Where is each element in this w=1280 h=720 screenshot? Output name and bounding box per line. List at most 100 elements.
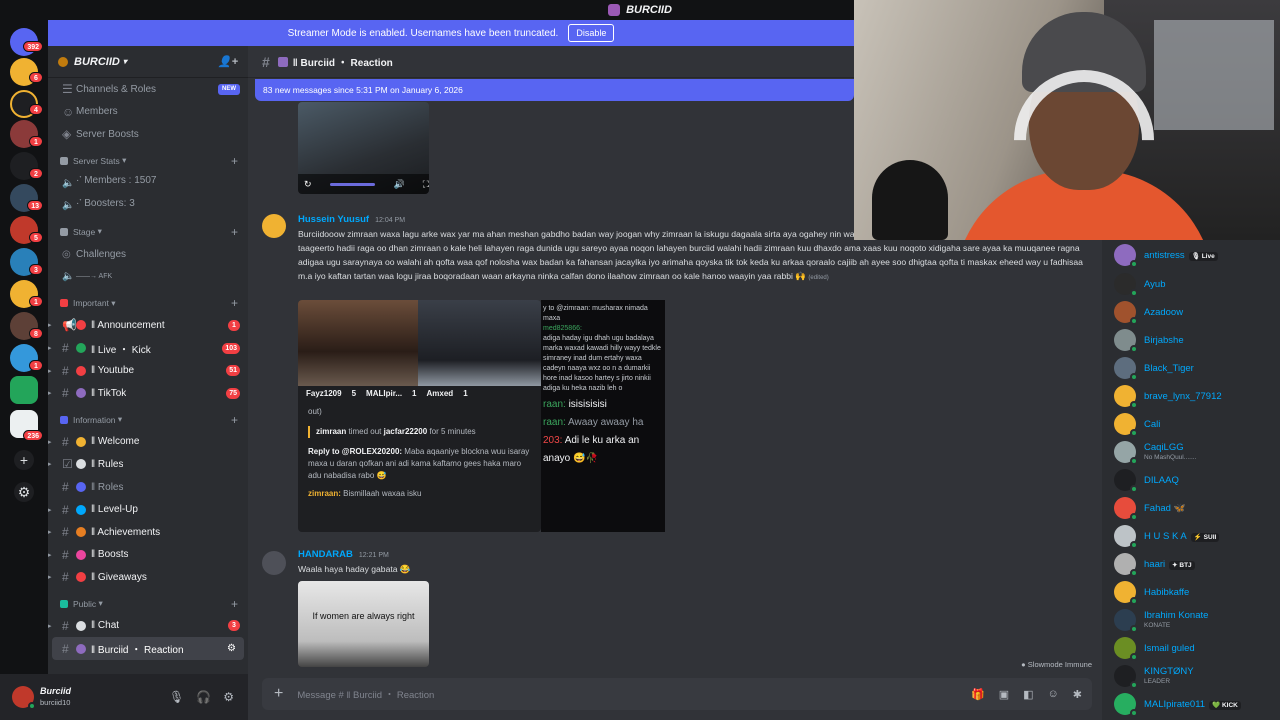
category-stage[interactable]: Stage ▾ + (48, 221, 248, 243)
image-attachment[interactable]: If women are always right (298, 581, 429, 667)
add-channel-icon[interactable]: + (231, 296, 238, 310)
voice-channel-boosters[interactable]: 🔈 ·་ Boosters: 3 (48, 194, 248, 217)
gift-icon[interactable]: 🎁 (971, 688, 985, 701)
viewer-name: Amxed (426, 388, 454, 398)
info-icon (60, 415, 68, 424)
online-status-icon (1130, 569, 1138, 577)
member-name: MALIpirate011 (1144, 698, 1206, 710)
add-server-icon[interactable]: + (14, 450, 34, 470)
member-name-line: Birjabshe (1144, 334, 1184, 346)
gear-icon[interactable]: ⚙ (223, 690, 234, 704)
server-icon[interactable] (10, 376, 38, 404)
window-title: BURCIID (626, 4, 672, 16)
rail-badge: 1 (29, 136, 43, 147)
channel-welcome[interactable]: ▸ # ‖ Welcome (48, 431, 248, 454)
channel-giveaways[interactable]: ▸ # ‖ Giveaways (48, 566, 248, 589)
chat-line: y to @zimraan: musharax nimada maxa (543, 305, 648, 322)
message-input[interactable]: Message # ‖ Burciid ・ Reaction (297, 687, 434, 701)
fullscreen-icon[interactable]: ⛶ (423, 179, 429, 190)
channel-label: ‖ Rules (91, 458, 124, 470)
members-item[interactable]: ☺ Members (48, 101, 248, 124)
member-name: brave_lynx_77912 (1144, 391, 1222, 402)
channel-afk[interactable]: 🔈 ——→ AFK (48, 266, 248, 289)
avatar[interactable] (262, 214, 286, 238)
category-information[interactable]: Information ▾ + (48, 409, 248, 431)
member-item[interactable]: DILAAQ (1102, 466, 1280, 494)
member-item[interactable]: Ayub (1102, 270, 1280, 298)
category-important[interactable]: Important ▾ + (48, 292, 248, 314)
channel-boosts[interactable]: ▸ # ‖ Boosts (48, 544, 248, 567)
disable-button[interactable]: Disable (568, 24, 615, 42)
hash-icon: # (62, 502, 69, 517)
user-names[interactable]: Burciid burciid10 (40, 686, 71, 708)
add-channel-icon[interactable]: + (231, 413, 238, 427)
member-item[interactable]: Birjabshe (1102, 326, 1280, 354)
message-author[interactable]: Hussein Yuusuf 12:04 PM (298, 214, 405, 225)
channels-roles-item[interactable]: ☰ Channels & Roles NEW (48, 78, 248, 101)
video-attachment[interactable]: ↻ 🔊 ⛶ (298, 102, 429, 194)
photo-strip (298, 300, 541, 386)
channel-burciid-reaction[interactable]: # ‖ Burciid ・ Reaction ⚙ (52, 637, 244, 660)
image-attachment[interactable]: Fayz1209 5 MALIpir... 1 Amxed 1 out) zim… (298, 300, 541, 532)
add-channel-icon[interactable]: + (231, 225, 238, 239)
channel-achievements[interactable]: ▸ # ‖ Achievements (48, 521, 248, 544)
hash-icon: # (62, 480, 69, 495)
message-author[interactable]: HANDARAB 12:21 PM (298, 549, 389, 560)
channel-emoji-icon (76, 320, 86, 331)
emoji-icon[interactable]: ☺ (1048, 688, 1059, 701)
image-attachment[interactable]: y to @zimraan: musharax nimada maxa med8… (541, 300, 665, 532)
member-item[interactable]: H U S K A ⚡ SUII (1102, 522, 1280, 550)
category-public[interactable]: Public ▾ + (48, 593, 248, 615)
channel-challenges[interactable]: ◎ Challenges (48, 243, 248, 266)
add-channel-icon[interactable]: + (231, 597, 238, 611)
channel-announcement[interactable]: ▸ 📢 ‖ Announcement 1 (48, 314, 248, 337)
replay-icon[interactable]: ↻ (304, 179, 312, 190)
hash-icon: # (62, 618, 69, 633)
avatar (1114, 385, 1138, 409)
category-label: Important (73, 298, 109, 309)
channel-roles[interactable]: # ‖ Roles (48, 476, 248, 499)
member-item[interactable]: Ismail guled (1102, 634, 1280, 662)
avatar[interactable] (262, 551, 286, 575)
server-header[interactable]: BURCIID ▾ 👤+ (48, 46, 248, 78)
member-item[interactable]: MALIpirate011 💚 KICK (1102, 690, 1280, 718)
member-item[interactable]: haari ✦ BTJ (1102, 550, 1280, 578)
add-channel-icon[interactable]: + (231, 154, 238, 168)
member-item[interactable]: Cali (1102, 410, 1280, 438)
server-boosts-item[interactable]: ◈ Server Boosts (48, 123, 248, 146)
member-name: CaqiLGG (1144, 442, 1184, 453)
avatar[interactable] (12, 686, 36, 710)
member-item[interactable]: Habibkaffe (1102, 578, 1280, 606)
volume-icon[interactable]: 🔊 (393, 179, 404, 190)
channel-live-kick[interactable]: ▸ # ‖ Live ・ Kick 103 (48, 337, 248, 360)
channel-youtube[interactable]: ▸ # ‖ Youtube 51 (48, 359, 248, 382)
member-item[interactable]: Fahad 🦋 (1102, 494, 1280, 522)
chevron-down-icon: ▾ (122, 57, 127, 66)
sticker-icon[interactable]: ◧ (1023, 688, 1033, 701)
gif-icon[interactable]: ▣ (999, 688, 1009, 701)
member-item[interactable]: Azadoow (1102, 298, 1280, 326)
video-progress[interactable] (329, 182, 376, 186)
channel-level-up[interactable]: ▸ # ‖ Level-Up (48, 498, 248, 521)
member-item[interactable]: antistress 🎙 Live (1102, 240, 1280, 270)
discover-icon[interactable]: ⚙ (14, 482, 34, 502)
unread-indicator: ▸ (48, 506, 52, 514)
channel-chat[interactable]: ▸ # ‖ Chat 3 (48, 615, 248, 638)
member-item[interactable]: Ibrahim Konate KONATE (1102, 606, 1280, 634)
channel-rules[interactable]: ▸ ☑ ‖ Rules (48, 453, 248, 476)
member-name: H U S K A (1144, 530, 1187, 542)
invite-icon[interactable]: 👤+ (218, 55, 238, 68)
headphones-icon[interactable]: 🎧 (196, 690, 211, 704)
channel-tiktok[interactable]: ▸ # ‖ TikTok 75 (48, 382, 248, 405)
microphone-icon[interactable]: 🎙 (169, 690, 184, 704)
message-composer[interactable]: + Message # ‖ Burciid ・ Reaction 🎁 ▣ ◧ ☺… (262, 678, 1092, 710)
apps-icon[interactable]: ✱ (1073, 688, 1082, 701)
settings-gear-icon[interactable]: ⚙ (227, 643, 236, 654)
member-item[interactable]: Black_Tiger (1102, 354, 1280, 382)
new-messages-bar[interactable]: 83 new messages since 5:31 PM on January… (255, 79, 854, 101)
member-item[interactable]: CaqiLGG No MashQuul....... (1102, 438, 1280, 466)
add-attachment-icon[interactable]: + (274, 685, 283, 703)
category-label: Server Stats (73, 155, 120, 166)
member-item[interactable]: KINGTØNY LEADER (1102, 662, 1280, 690)
member-item[interactable]: brave_lynx_77912 (1102, 382, 1280, 410)
